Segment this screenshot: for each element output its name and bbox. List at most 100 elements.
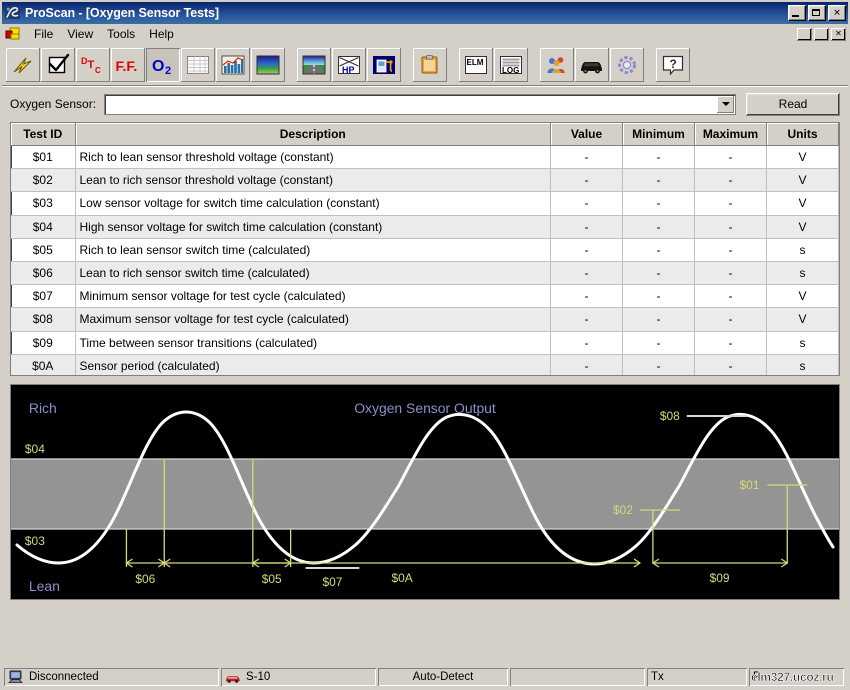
toolbar-separator — [402, 48, 413, 82]
cell-test-id: $04 — [11, 215, 76, 239]
table-grid-icon — [187, 55, 209, 74]
chart-title: Oxygen Sensor Output — [354, 400, 496, 416]
menu-item-help[interactable]: Help — [142, 25, 181, 43]
oxygen-sensor-combobox[interactable] — [104, 93, 736, 115]
sensor-select-row: Oxygen Sensor: Read — [2, 86, 848, 122]
data-table-button[interactable] — [181, 47, 215, 82]
cell-units: V — [766, 145, 839, 170]
oxygen-sensor-input[interactable] — [105, 95, 716, 114]
chart-threshold-label-03: $03 — [25, 534, 45, 548]
table-row[interactable]: $03 Low sensor voltage for switch time c… — [11, 191, 839, 216]
log-button[interactable]: LOG — [494, 47, 528, 82]
close-icon: ✕ — [833, 7, 841, 18]
table-row[interactable]: $0A Sensor period (calculated) - - - s — [11, 354, 839, 375]
close-button[interactable]: ✕ — [828, 5, 846, 21]
fuel-economy-button[interactable] — [367, 47, 401, 82]
table-body: $01 Rich to lean sensor threshold voltag… — [11, 145, 839, 375]
settings-button[interactable] — [610, 47, 644, 82]
table-row[interactable]: $01 Rich to lean sensor threshold voltag… — [11, 145, 839, 170]
cell-value: - — [550, 331, 623, 355]
mdi-window-controls: ✕ — [797, 27, 848, 41]
cell-maximum: - — [694, 215, 767, 239]
mdi-restore-button[interactable] — [814, 27, 829, 41]
help-button[interactable]: ? — [656, 47, 690, 82]
status-tx-panel: Tx — [647, 668, 747, 686]
table-row[interactable]: $05 Rich to lean sensor switch time (cal… — [11, 238, 839, 262]
cell-minimum: - — [622, 307, 695, 332]
read-button[interactable]: Read — [746, 92, 840, 116]
table-row[interactable]: $06 Lean to rich sensor switch time (cal… — [11, 261, 839, 286]
site-watermark: elm327.ucoz.ru — [751, 670, 834, 685]
annotation-label-09: $09 — [710, 571, 730, 585]
column-header-description[interactable]: Description — [75, 123, 551, 146]
toolbar-separator — [448, 48, 459, 82]
column-header-minimum[interactable]: Minimum — [622, 123, 695, 146]
minimize-button[interactable] — [788, 5, 806, 21]
car-icon — [581, 61, 602, 73]
cell-test-id: $06 — [11, 261, 76, 286]
oxygen-sensor-tests-table: Test ID Description Value Minimum Maximu… — [10, 122, 840, 376]
cell-maximum: - — [694, 261, 767, 286]
oxygen-sensor-output-chart: Rich Lean Oxygen Sensor Output $04 $03 $… — [10, 384, 840, 600]
menu-bar: File View Tools Help ✕ — [2, 24, 848, 44]
report-button[interactable] — [413, 47, 447, 82]
column-header-maximum[interactable]: Maximum — [694, 123, 767, 146]
toolbar-separator — [529, 48, 540, 82]
gradient-gauge-icon — [256, 55, 280, 74]
question-mark-icon: ? — [662, 55, 684, 76]
status-protocol-panel: Auto-Detect — [378, 668, 508, 686]
bar-chart-icon — [221, 55, 245, 74]
bar-graph-button[interactable] — [216, 47, 250, 82]
dashboard-button[interactable] — [251, 47, 285, 82]
cell-test-id: $07 — [11, 284, 76, 309]
window-controls: ✕ — [788, 5, 846, 21]
cell-test-id: $03 — [11, 191, 76, 216]
gear-icon — [618, 55, 636, 74]
cell-description: Minimum sensor voltage for test cycle (c… — [75, 284, 551, 309]
table-row[interactable]: $04 High sensor voltage for switch time … — [11, 215, 839, 239]
table-row[interactable]: $09 Time between sensor transitions (cal… — [11, 331, 839, 355]
cell-units: V — [766, 191, 839, 216]
table-row[interactable]: $02 Lean to rich sensor threshold voltag… — [11, 168, 839, 193]
elm-terminal-button[interactable]: ELM — [459, 47, 493, 82]
chart-label-lean: Lean — [29, 578, 60, 594]
status-protocol-text: Auto-Detect — [412, 671, 474, 683]
annotation-label-0A: $0A — [391, 571, 412, 585]
readiness-tests-button[interactable] — [41, 47, 75, 82]
road-test-button[interactable] — [297, 47, 331, 82]
dtc-button[interactable]: D T C — [76, 47, 110, 82]
maximize-button[interactable] — [808, 5, 826, 21]
cell-units: s — [766, 354, 839, 375]
column-header-test-id[interactable]: Test ID — [11, 123, 76, 146]
mdi-close-button[interactable]: ✕ — [831, 27, 846, 41]
table-row[interactable]: $08 Maximum sensor voltage for test cycl… — [11, 307, 839, 332]
svg-text:C: C — [95, 66, 101, 75]
live-data-button[interactable] — [6, 47, 40, 82]
cell-test-id: $0A — [11, 354, 76, 375]
cell-value: - — [550, 238, 623, 262]
cell-description: Lean to rich sensor threshold voltage (c… — [75, 168, 551, 193]
users-button[interactable] — [540, 47, 574, 82]
computer-icon — [8, 670, 23, 683]
annotation-label-06: $06 — [135, 572, 155, 586]
table-row[interactable]: $07 Minimum sensor voltage for test cycl… — [11, 284, 839, 309]
menu-item-tools[interactable]: Tools — [100, 25, 142, 43]
toolbar-separator — [286, 48, 297, 82]
chevron-down-icon[interactable] — [717, 95, 734, 113]
application-window: ProScan - [Oxygen Sensor Tests] ✕ File V… — [0, 0, 850, 690]
freeze-frame-button[interactable]: F.F. — [111, 47, 145, 82]
mdi-minimize-button[interactable] — [797, 27, 812, 41]
horsepower-button[interactable]: HP — [332, 47, 366, 82]
column-header-units[interactable]: Units — [766, 123, 839, 146]
mdi-document-icon[interactable] — [5, 27, 21, 41]
menu-item-view[interactable]: View — [60, 25, 100, 43]
cell-value: - — [550, 261, 623, 286]
column-header-value[interactable]: Value — [550, 123, 623, 146]
oxygen-sensor-button[interactable]: O 2 — [146, 47, 180, 82]
menu-item-file[interactable]: File — [27, 25, 60, 43]
cell-value: - — [550, 191, 623, 216]
vehicle-button[interactable] — [575, 47, 609, 82]
cell-units: V — [766, 215, 839, 239]
cell-value: - — [550, 354, 623, 375]
cell-maximum: - — [694, 238, 767, 262]
